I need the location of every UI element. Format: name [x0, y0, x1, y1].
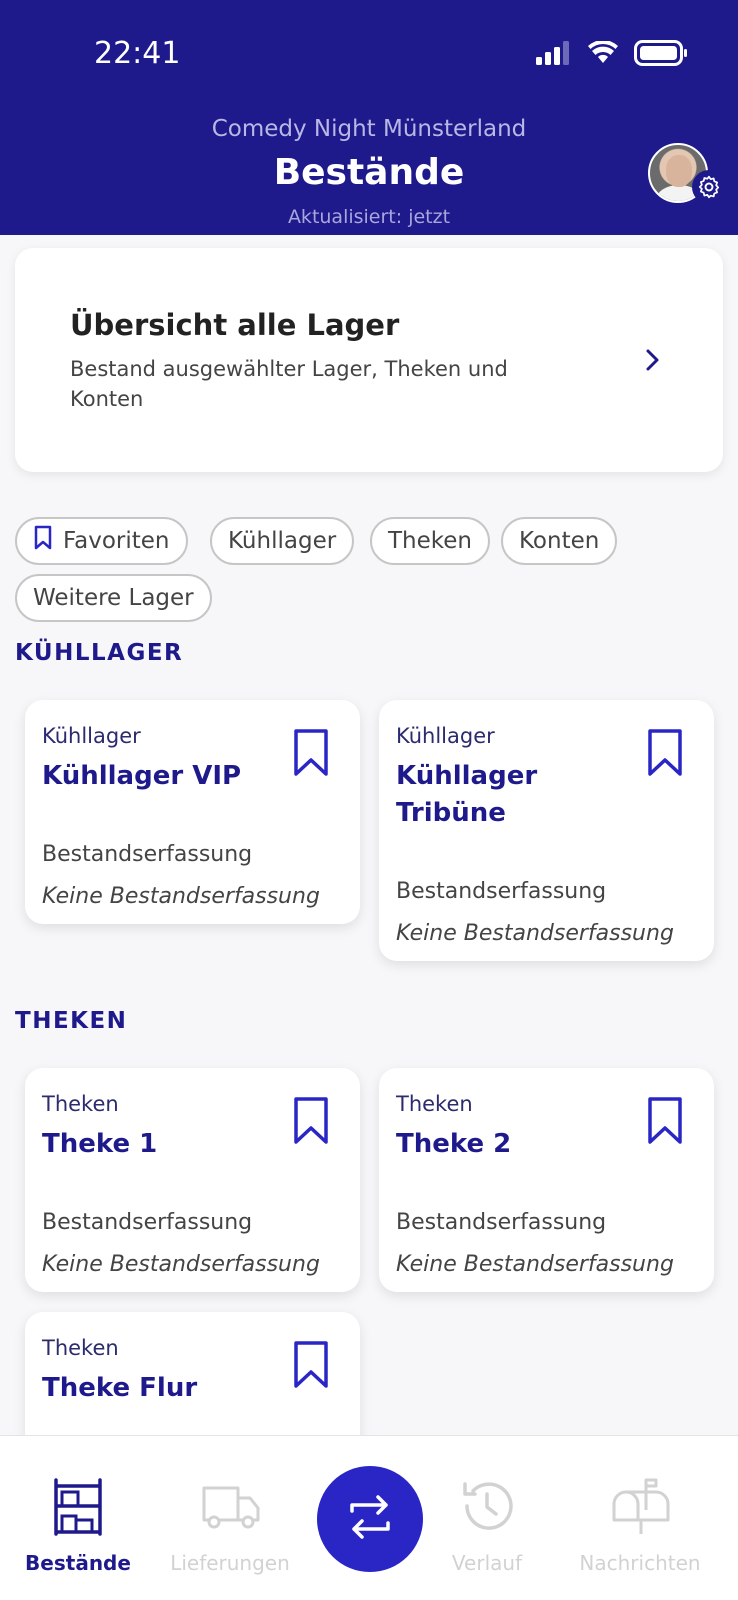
- shelf-icon: [48, 1476, 108, 1542]
- card-name: Theke 1: [42, 1129, 158, 1159]
- card-category: Theken: [42, 1092, 119, 1116]
- overview-description: Bestand ausgewählter Lager, Theken und K…: [70, 357, 508, 411]
- bookmark-icon[interactable]: [293, 1096, 329, 1150]
- card-category: Theken: [42, 1336, 119, 1360]
- bookmark-icon: [33, 525, 63, 557]
- filter-chip-kuehllager[interactable]: Kühllager: [210, 517, 355, 565]
- last-updated: Aktualisiert: jetzt: [287, 206, 451, 228]
- nav-bestaende[interactable]: Bestände: [3, 1436, 153, 1600]
- filter-chip-label: Theken: [388, 528, 473, 554]
- history-icon: [457, 1476, 517, 1540]
- nav-verlauf[interactable]: Verlauf: [412, 1436, 562, 1600]
- nav-label: Nachrichten: [579, 1551, 701, 1575]
- card-name: Kühllager Tribüne: [396, 761, 538, 828]
- nav-label: Lieferungen: [170, 1551, 290, 1575]
- header-subtitle: Comedy Night Münsterland: [211, 116, 527, 142]
- truck-icon: [200, 1476, 262, 1536]
- filter-chip-weitere-lager[interactable]: Weitere Lager: [15, 574, 212, 622]
- section-title-theken: THEKEN: [15, 1008, 128, 1034]
- nav-lieferungen[interactable]: Lieferungen: [155, 1436, 305, 1600]
- storage-card[interactable]: Theken Theke 2 Bestandserfassung Keine B…: [379, 1068, 714, 1292]
- card-value: Keine Bestandserfassung: [42, 884, 320, 909]
- page-title: Bestände: [273, 152, 465, 193]
- card-name: Theke Flur: [42, 1373, 198, 1403]
- filter-chip-label: Kühllager: [228, 528, 337, 554]
- status-time: 22:41: [94, 36, 181, 71]
- cellular-signal-icon: [536, 41, 572, 69]
- bookmark-icon[interactable]: [293, 728, 329, 782]
- card-name: Kühllager VIP: [42, 761, 242, 791]
- bottom-navigation: Bestände Lieferungen Verlauf Nachrichten: [0, 1435, 738, 1600]
- nav-label: Bestände: [25, 1551, 131, 1575]
- bookmark-icon[interactable]: [293, 1340, 329, 1394]
- card-label: Bestandserfassung: [396, 879, 607, 904]
- wifi-icon: [588, 40, 618, 69]
- mailbox-icon: [610, 1476, 672, 1540]
- storage-card[interactable]: Kühllager Kühllager Tribüne Bestandserfa…: [379, 700, 714, 961]
- card-label: Bestandserfassung: [42, 842, 253, 867]
- card-category: Theken: [396, 1092, 473, 1116]
- card-category: Kühllager: [396, 724, 495, 748]
- card-label: Bestandserfassung: [396, 1210, 607, 1235]
- filter-chip-label: Favoriten: [63, 528, 170, 554]
- filter-chip-theken[interactable]: Theken: [370, 517, 491, 565]
- section-title-kuehllager: KÜHLLAGER: [15, 640, 184, 666]
- filter-chip-label: Weitere Lager: [33, 585, 194, 611]
- card-name: Theke 2: [396, 1129, 512, 1159]
- card-category: Kühllager: [42, 724, 141, 748]
- transfer-arrows-icon: [342, 1489, 398, 1549]
- card-value: Keine Bestandserfassung: [396, 1252, 674, 1277]
- battery-icon: [634, 40, 688, 70]
- filter-chip-label: Konten: [519, 528, 600, 554]
- filter-chip-konten[interactable]: Konten: [501, 517, 618, 565]
- transfer-button[interactable]: [317, 1466, 423, 1572]
- card-value: Keine Bestandserfassung: [396, 921, 674, 946]
- status-icons: [536, 40, 688, 70]
- settings-gear-icon[interactable]: [692, 170, 726, 204]
- overview-title: Übersicht alle Lager: [70, 308, 400, 342]
- overview-card[interactable]: Übersicht alle Lager Bestand ausgewählte…: [15, 248, 723, 472]
- filter-chip-favoriten[interactable]: Favoriten: [15, 517, 188, 565]
- nav-nachrichten[interactable]: Nachrichten: [565, 1436, 715, 1600]
- chevron-right-icon: [643, 346, 663, 378]
- card-value: Keine Bestandserfassung: [42, 1252, 320, 1277]
- storage-card[interactable]: Kühllager Kühllager VIP Bestandserfassun…: [25, 700, 360, 924]
- app-header: 22:41 Comedy Night Münsterland Bestände …: [0, 0, 738, 235]
- bookmark-icon[interactable]: [647, 1096, 683, 1150]
- bookmark-icon[interactable]: [647, 728, 683, 782]
- storage-card[interactable]: Theken Theke 1 Bestandserfassung Keine B…: [25, 1068, 360, 1292]
- nav-label: Verlauf: [451, 1551, 523, 1575]
- card-label: Bestandserfassung: [42, 1210, 253, 1235]
